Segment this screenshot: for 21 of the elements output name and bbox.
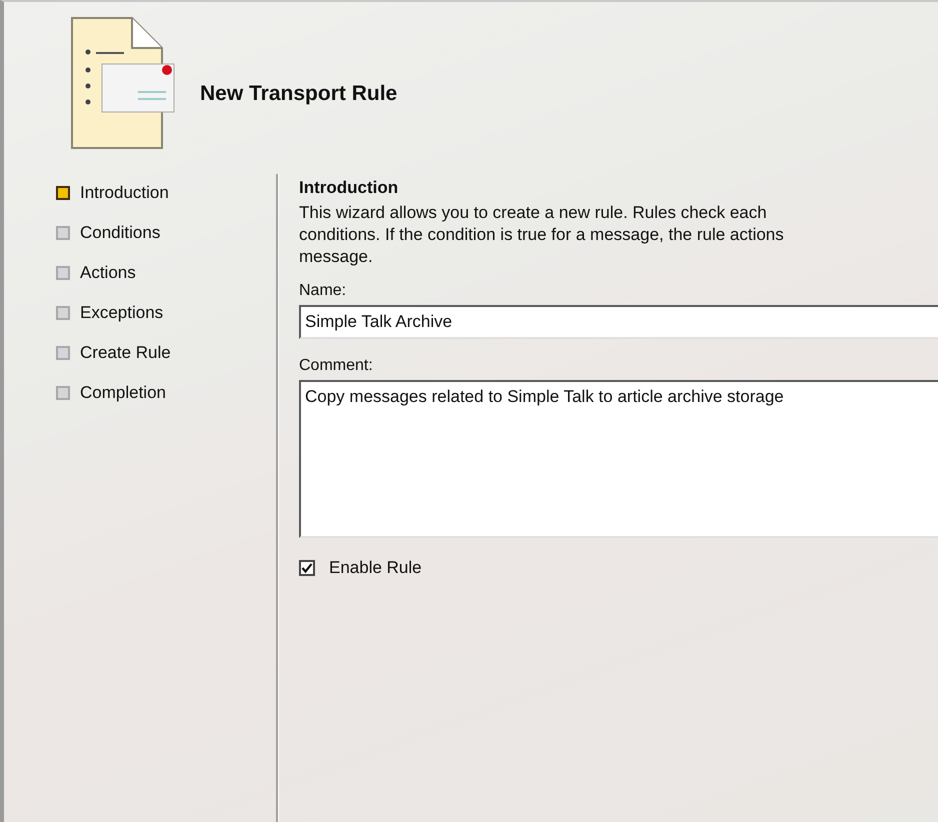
description-text: This wizard allows you to create a new rule. Rules check each conditions. If the condition is true for a message, the rule actions message. (299, 202, 785, 268)
step-status-icon (56, 346, 70, 360)
wizard-title: New Transport Rule (200, 82, 398, 106)
comment-field[interactable]: Copy messages related to Simple Talk to article archive storage (299, 380, 938, 538)
step-status-icon (56, 306, 70, 320)
comment-label: Comment: (299, 357, 374, 375)
wizard-step[interactable]: Actions (56, 260, 276, 285)
section-heading: Introduction (299, 178, 400, 198)
name-label: Name: (299, 282, 348, 300)
step-status-icon (56, 186, 70, 200)
wizard-step[interactable]: Completion (56, 380, 276, 405)
step-status-icon (56, 386, 70, 400)
wizard-step[interactable]: Introduction (56, 180, 276, 205)
name-field[interactable]: Simple Talk Archive (299, 305, 938, 339)
wizard-step[interactable]: Exceptions (56, 300, 276, 325)
step-status-icon (56, 226, 70, 240)
wizard-step[interactable]: Create Rule (56, 340, 276, 365)
enable-checkbox[interactable] (299, 560, 315, 576)
step-status-icon (56, 266, 70, 280)
wizard-step[interactable]: Conditions (56, 220, 276, 245)
enable-label: Enable Rule (329, 558, 422, 578)
